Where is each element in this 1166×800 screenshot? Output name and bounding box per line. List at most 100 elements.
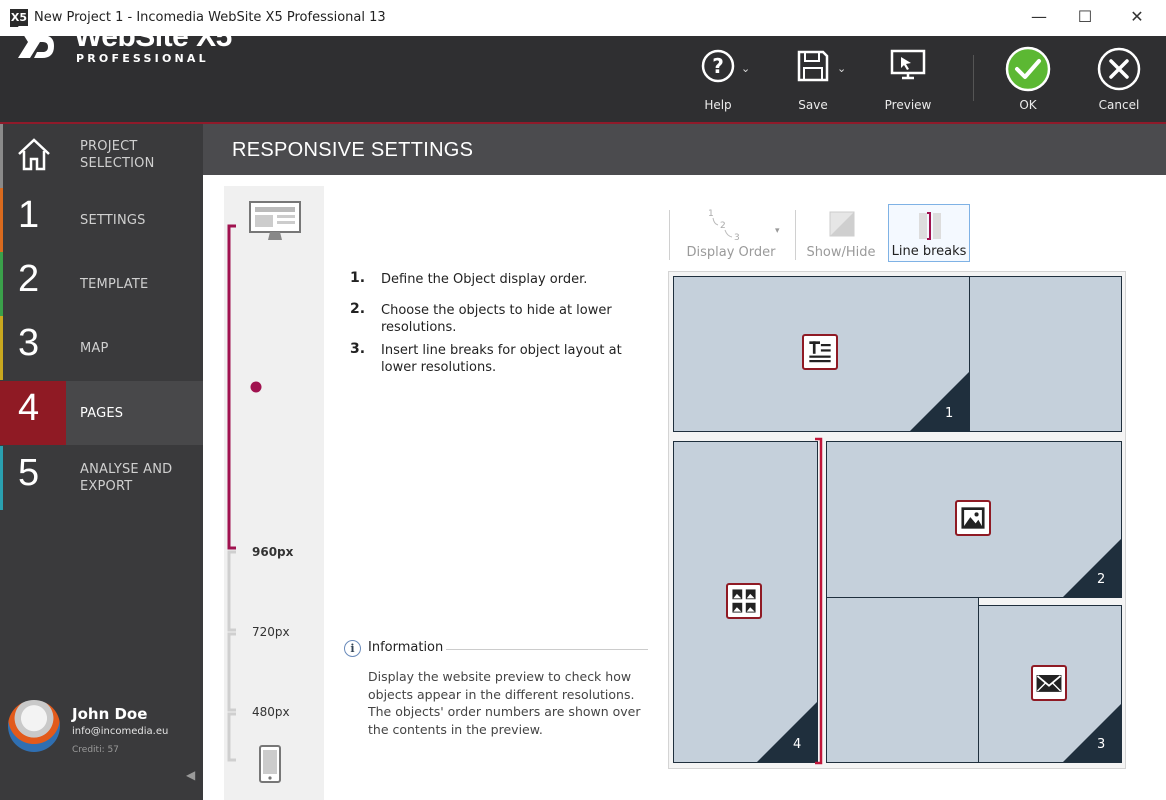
cancel-button[interactable]: Cancel — [1079, 47, 1159, 118]
sidebar-item-label: PAGES — [80, 406, 124, 421]
order-number: 1 — [945, 406, 954, 421]
cancel-label: Cancel — [1098, 98, 1140, 112]
svg-text:1: 1 — [708, 209, 714, 219]
sidebar-item-label: TEMPLATE — [80, 277, 149, 292]
toolbar-separator — [669, 210, 670, 260]
info-title: Information — [368, 640, 444, 655]
order-corner — [1062, 703, 1122, 763]
sidebar-stripe — [0, 446, 3, 510]
display-order-icon: 1 2 3 — [708, 209, 740, 242]
help-chevron-icon: ⌄ — [741, 62, 751, 75]
preview-block-empty — [826, 597, 979, 763]
sidebar-stripe — [0, 252, 3, 316]
sidebar-item-label: PROJECT SELECTION — [80, 138, 155, 172]
avatar[interactable] — [8, 700, 60, 752]
display-order-label: Display Order — [686, 245, 776, 260]
line-breaks-icon — [919, 212, 941, 240]
sidebar-item-pages[interactable]: 4 PAGES — [0, 381, 203, 445]
order-corner — [757, 702, 817, 762]
sidebar-item-project-selection[interactable]: PROJECT SELECTION — [0, 124, 203, 188]
line-breaks-label: Line breaks — [891, 244, 967, 259]
step-number: 2 — [18, 258, 40, 300]
resolution-brackets — [227, 224, 262, 762]
step-text: Insert line breaks for object layout at … — [381, 343, 622, 375]
ok-label: OK — [1019, 98, 1037, 112]
gallery-object-icon — [726, 583, 762, 619]
info-icon: i — [344, 640, 361, 657]
step-number: 5 — [18, 452, 40, 494]
save-chevron-icon: ⌄ — [837, 62, 847, 75]
display-order-button[interactable]: 1 2 3 ▾ Display Order — [676, 204, 786, 262]
display-order-dropdown-icon[interactable]: ▾ — [775, 226, 780, 236]
order-number: 3 — [1097, 737, 1106, 752]
preview-label: Preview — [884, 98, 932, 112]
help-label: Help — [704, 98, 732, 112]
preview-block-empty — [969, 276, 1122, 432]
sidebar-stripe — [0, 124, 3, 188]
svg-text:?: ? — [712, 54, 724, 78]
help-icon: ? — [701, 49, 735, 83]
sidebar-item-template[interactable]: 2 TEMPLATE — [0, 252, 203, 316]
text-object-icon — [802, 334, 838, 370]
sidebar-item-settings[interactable]: 1 SETTINGS — [0, 188, 203, 252]
label-line: EXPORT — [80, 479, 133, 494]
sidebar-item-label: ANALYSE AND EXPORT — [80, 461, 172, 495]
info-text: Display the website preview to check how… — [368, 669, 641, 737]
resolution-slider-handle — [250, 381, 262, 393]
label-line: ANALYSE AND — [80, 462, 173, 477]
logo-subtitle: PROFESSIONAL — [76, 52, 209, 65]
minimize-button[interactable]: — — [1016, 0, 1062, 36]
page-title: RESPONSIVE SETTINGS — [232, 139, 474, 161]
save-icon — [797, 50, 829, 82]
smartphone-icon[interactable] — [258, 744, 282, 784]
step-number: 3 — [18, 322, 40, 364]
line-breaks-button[interactable]: Line breaks — [888, 204, 970, 262]
sidebar-item-map[interactable]: 3 MAP — [0, 316, 203, 380]
user-email: info@incomedia.eu — [72, 726, 169, 737]
maximize-button[interactable]: ☐ — [1062, 0, 1108, 36]
step-text: Define the Object display order. — [381, 272, 588, 287]
close-window-button[interactable]: ✕ — [1114, 0, 1160, 36]
svg-text:2: 2 — [720, 221, 726, 231]
step-number: 3. — [350, 341, 366, 357]
sidebar-item-analyse-export[interactable]: 5 ANALYSE AND EXPORT — [0, 446, 203, 510]
show-hide-button[interactable]: Show/Hide — [802, 204, 880, 262]
email-object-icon — [1031, 665, 1067, 701]
svg-text:3: 3 — [734, 233, 740, 242]
resolution-720[interactable]: 720px — [252, 625, 290, 639]
resolution-960[interactable]: 960px — [252, 545, 293, 559]
info-divider — [446, 649, 648, 650]
step-text: Choose the objects to hide at lower reso… — [381, 303, 612, 335]
step-number: 1. — [350, 270, 366, 286]
cancel-icon — [1097, 47, 1141, 91]
step-number: 4 — [18, 387, 40, 429]
resolution-480[interactable]: 480px — [252, 705, 290, 719]
order-number: 4 — [793, 737, 802, 752]
websitex5-logo-icon — [18, 26, 54, 58]
label-line: SELECTION — [80, 156, 155, 171]
help-button[interactable]: ? ⌄ Help — [678, 48, 758, 118]
user-name: John Doe — [72, 705, 148, 723]
sidebar-stripe — [0, 188, 3, 252]
sidebar-item-label: MAP — [80, 341, 109, 356]
user-credits: Crediti: 57 — [72, 745, 119, 755]
label-line: PROJECT — [80, 139, 138, 154]
collapse-sidebar-icon[interactable]: ◀ — [186, 768, 195, 782]
preview-icon — [890, 49, 926, 80]
save-label: Save — [798, 98, 828, 112]
preview-button[interactable]: Preview — [868, 48, 948, 118]
order-number: 2 — [1097, 572, 1106, 587]
order-corner — [909, 372, 969, 432]
step-number: 1 — [18, 194, 40, 236]
header-separator — [973, 55, 974, 101]
logo-text: WebSite X5 — [74, 20, 232, 53]
save-button[interactable]: ⌄ Save — [773, 48, 853, 118]
show-hide-label: Show/Hide — [806, 245, 876, 260]
image-object-icon — [955, 500, 991, 536]
line-break-marker[interactable] — [813, 436, 827, 766]
ok-icon — [1005, 46, 1051, 92]
sidebar-stripe — [0, 316, 3, 380]
ok-button[interactable]: OK — [988, 46, 1068, 118]
order-corner — [1062, 538, 1122, 598]
show-hide-icon — [829, 211, 855, 237]
